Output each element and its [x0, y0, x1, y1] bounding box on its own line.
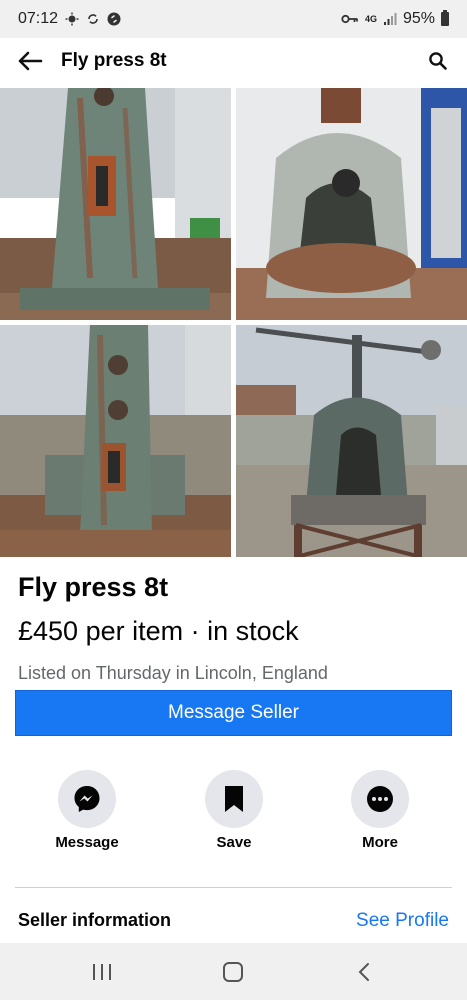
photo-1[interactable]: [0, 88, 231, 320]
weather-icon: [65, 12, 79, 26]
status-bar: 07:12 4G 95%: [0, 0, 467, 38]
arrow-left-icon: [18, 51, 43, 71]
photo-2[interactable]: [236, 88, 467, 320]
message-action[interactable]: Message: [37, 770, 137, 851]
home-icon: [223, 962, 243, 982]
page-title: Fly press 8t: [61, 50, 167, 71]
seller-info-heading: Seller information: [18, 910, 172, 930]
recent-apps-icon: [93, 964, 111, 980]
home-button[interactable]: [213, 957, 253, 987]
more-icon: [367, 786, 393, 812]
messenger-icon: [74, 786, 100, 812]
shazam-icon: [107, 12, 121, 26]
sync-icon: [88, 14, 98, 24]
more-action-circle: [351, 770, 409, 828]
system-nav-bar: [0, 943, 467, 1000]
key-icon: [341, 14, 358, 24]
status-time: 07:12: [18, 10, 59, 27]
back-button[interactable]: [16, 47, 44, 75]
save-action[interactable]: Save: [184, 770, 284, 851]
listing-location: Listed on Thursday in Lincoln, England: [18, 663, 328, 683]
message-action-label: Message: [55, 834, 119, 851]
top-app-bar: Fly press 8t: [0, 38, 467, 84]
back-icon: [358, 963, 369, 981]
message-action-circle: [58, 770, 116, 828]
photo-4[interactable]: [236, 325, 467, 557]
network-type: 4G: [364, 13, 377, 24]
status-left: 07:12: [18, 10, 121, 28]
battery-percent: 95%: [402, 10, 435, 27]
listing-title: Fly press 8t: [18, 572, 169, 602]
recent-apps-button[interactable]: [82, 957, 122, 987]
system-back-button[interactable]: [344, 957, 384, 987]
status-right: 4G 95%: [341, 10, 449, 28]
photo-3[interactable]: [0, 325, 231, 557]
search-button[interactable]: [425, 48, 451, 74]
more-action-label: More: [362, 834, 398, 851]
bookmark-icon: [225, 786, 243, 812]
battery-icon: [441, 10, 449, 26]
photo-gallery: [0, 88, 467, 557]
see-profile-link[interactable]: See Profile: [356, 910, 449, 932]
message-seller-button[interactable]: Message Seller: [15, 690, 452, 736]
save-action-circle: [205, 770, 263, 828]
search-icon: [429, 52, 447, 70]
save-action-label: Save: [216, 834, 252, 851]
more-action[interactable]: More: [330, 770, 430, 851]
signal-icon: [383, 13, 397, 25]
section-divider: [15, 887, 452, 888]
listing-price: £450 per item · in stock: [18, 616, 299, 646]
action-row: Message Save More: [0, 770, 467, 856]
